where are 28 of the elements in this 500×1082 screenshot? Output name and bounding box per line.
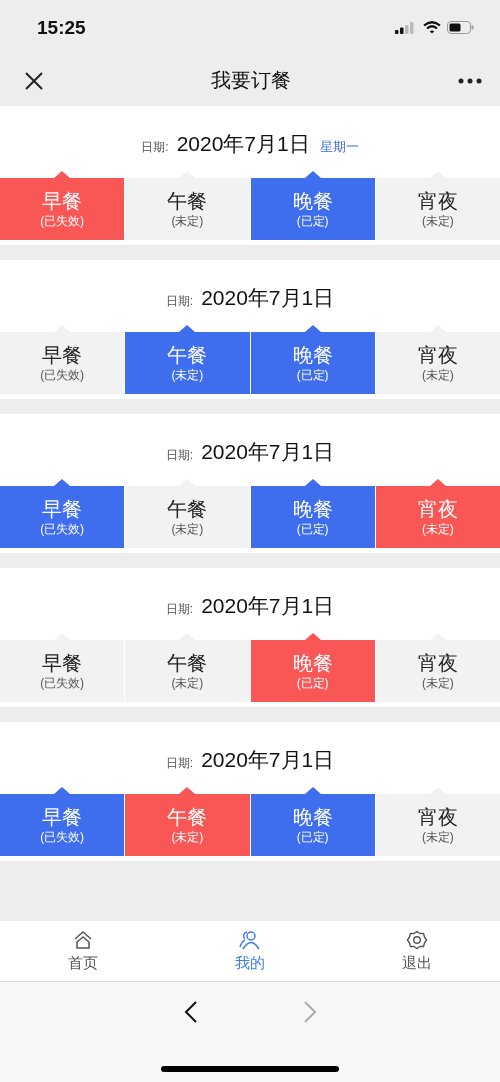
date-text: 2020年7月1日 — [201, 747, 335, 773]
close-icon — [24, 70, 44, 91]
date-label: 日期: — [141, 139, 169, 156]
date-label: 日期: — [165, 755, 194, 772]
more-icon — [458, 77, 482, 84]
signal-icon — [395, 21, 417, 34]
weekday-text: 星期一 — [319, 138, 359, 156]
tab-item[interactable]: 首页 — [0, 921, 167, 981]
date-text: 2020年7月1日 — [201, 593, 335, 619]
tab-item[interactable]: 退出 — [333, 921, 500, 981]
tab-item[interactable]: 我的 — [166, 921, 334, 981]
date-label: 日期: — [165, 601, 194, 618]
back-icon — [183, 1001, 198, 1023]
date-text: 2020年7月1日 — [201, 285, 335, 311]
status-time: 15:25 — [37, 16, 86, 39]
forward-icon — [302, 1001, 317, 1023]
back-button[interactable] — [183, 1001, 198, 1023]
page-title: 我要订餐 — [211, 68, 291, 93]
battery-icon — [447, 21, 474, 34]
settings-icon — [405, 929, 428, 950]
date-label: 日期: — [165, 447, 194, 464]
more-button[interactable] — [458, 77, 482, 84]
date-text: 2020年7月1日 — [176, 131, 310, 157]
wifi-icon — [423, 21, 441, 34]
date-label: 日期: — [165, 293, 194, 310]
date-text: 2020年7月1日 — [201, 439, 335, 465]
close-button[interactable] — [24, 70, 44, 91]
people-icon — [239, 929, 261, 950]
